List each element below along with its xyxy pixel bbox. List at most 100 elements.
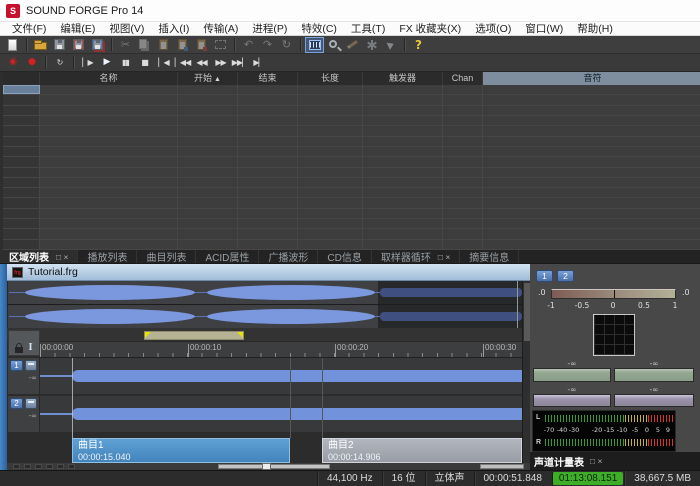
document-title-bar[interactable]: frg Tutorial.frg [7,264,530,281]
zoom-slider-handle[interactable] [262,463,271,470]
table-cell[interactable] [298,137,363,146]
table-cell[interactable] [298,85,363,94]
table-cell[interactable] [178,85,238,94]
channel2-button[interactable]: 2 [557,270,574,282]
column-header[interactable]: 结束 [238,72,298,85]
copy-button[interactable] [135,37,154,53]
clip-track1[interactable]: 曲目1 00:00:15.040 [72,438,290,463]
menu-item[interactable]: 帮助(H) [570,22,620,36]
redo-button[interactable]: ↷ [258,37,277,53]
table-cell[interactable] [443,106,483,115]
table-cell[interactable] [238,188,298,197]
go-to-end-button[interactable]: ▶▏ [249,55,268,71]
table-cell[interactable] [178,229,238,238]
edit-cursor-icon[interactable]: I [28,342,32,353]
table-cell[interactable] [298,219,363,228]
table-cell[interactable] [443,95,483,104]
status-cell[interactable]: 44,100 Hz [317,471,382,486]
open-file-button[interactable] [31,37,50,53]
menu-item[interactable]: 文件(F) [5,22,53,36]
table-cell[interactable] [443,229,483,238]
record-remote-button[interactable]: ◉ [3,55,22,71]
table-cell[interactable] [178,209,238,218]
table-cell[interactable] [483,106,700,115]
table-cell[interactable] [298,188,363,197]
table-cell[interactable] [443,178,483,187]
tab-window-controls[interactable]: □ × [438,252,450,262]
zoom-slider-track[interactable] [218,464,330,469]
track1-minimize-button[interactable] [25,360,37,371]
table-cell[interactable] [363,85,443,94]
table-cell[interactable] [483,95,700,104]
column-header[interactable]: 长度 [298,72,363,85]
track2-number-button[interactable]: 2 [10,398,23,409]
tab-摘要信息[interactable]: 摘要信息 [460,250,519,263]
table-cell[interactable] [3,168,40,177]
surround-xy-pad[interactable] [593,314,635,356]
table-cell[interactable] [298,229,363,238]
menu-item[interactable]: 选项(O) [468,22,518,36]
track2-minimize-button[interactable] [25,398,37,409]
save-all-button[interactable] [88,37,107,53]
tab-ACID属性[interactable]: ACID属性 [196,250,259,263]
table-cell[interactable] [298,95,363,104]
table-cell[interactable] [363,229,443,238]
doc-tool-icon[interactable] [35,464,42,469]
table-cell[interactable] [40,198,178,207]
table-cell[interactable] [483,116,700,125]
table-cell[interactable] [238,116,298,125]
table-cell[interactable] [3,219,40,228]
table-cell[interactable] [3,229,40,238]
vertical-scrollbar[interactable] [522,281,530,463]
table-cell[interactable] [40,229,178,238]
table-cell[interactable] [298,116,363,125]
tab-播放列表[interactable]: 播放列表 [78,250,137,263]
doc-tool-icon[interactable] [57,464,64,469]
table-cell[interactable] [178,198,238,207]
table-cell[interactable] [40,209,178,218]
table-cell[interactable] [443,126,483,135]
track1-waveform-lane[interactable] [40,358,522,394]
table-cell[interactable] [238,198,298,207]
table-cell[interactable] [40,106,178,115]
menu-item[interactable]: 传输(A) [196,22,245,36]
table-cell[interactable] [3,147,40,156]
overview-cursor[interactable] [517,281,518,328]
row-selector-header[interactable] [3,72,40,85]
table-cell[interactable] [363,168,443,177]
table-cell[interactable] [238,157,298,166]
table-cell[interactable] [178,116,238,125]
repeat-button[interactable]: ↻ [277,37,296,53]
pan-slider[interactable] [551,289,676,299]
table-cell[interactable] [483,219,700,228]
volume-fader-left[interactable] [533,368,611,382]
tab-曲目列表[interactable]: 曲目列表 [137,250,196,263]
doc-tool-icon[interactable] [13,464,20,469]
table-cell[interactable] [298,198,363,207]
table-cell[interactable] [238,126,298,135]
doc-tool-icon[interactable] [24,464,31,469]
aux-fader-left[interactable] [533,394,611,407]
tab-区域列表[interactable]: 区域列表□ × [0,250,78,263]
table-cell[interactable] [363,137,443,146]
table-cell[interactable] [3,157,40,166]
table-cell[interactable] [178,147,238,156]
next-marker-button[interactable]: ▶▶▏ [230,55,249,71]
menu-item[interactable]: 特效(C) [294,22,344,36]
table-cell[interactable] [3,95,40,104]
menu-item[interactable]: 编辑(E) [53,22,102,36]
edit-tool-button[interactable] [305,37,324,53]
zoom-tool-button[interactable] [324,37,343,53]
table-cell[interactable] [363,219,443,228]
undo-button[interactable]: ↶ [239,37,258,53]
table-cell[interactable] [363,147,443,156]
menu-item[interactable]: 工具(T) [344,22,392,36]
whats-this-help-button[interactable]: ? [409,37,428,53]
table-cell[interactable] [443,219,483,228]
tab-取样器循环[interactable]: 取样器循环□ × [372,250,460,263]
envelope-tool-button[interactable] [381,37,400,53]
status-cell[interactable]: 00:00:51.848 [474,471,551,486]
table-cell[interactable] [178,126,238,135]
forward-button[interactable]: ▶▶ [211,55,230,71]
table-cell[interactable] [238,137,298,146]
